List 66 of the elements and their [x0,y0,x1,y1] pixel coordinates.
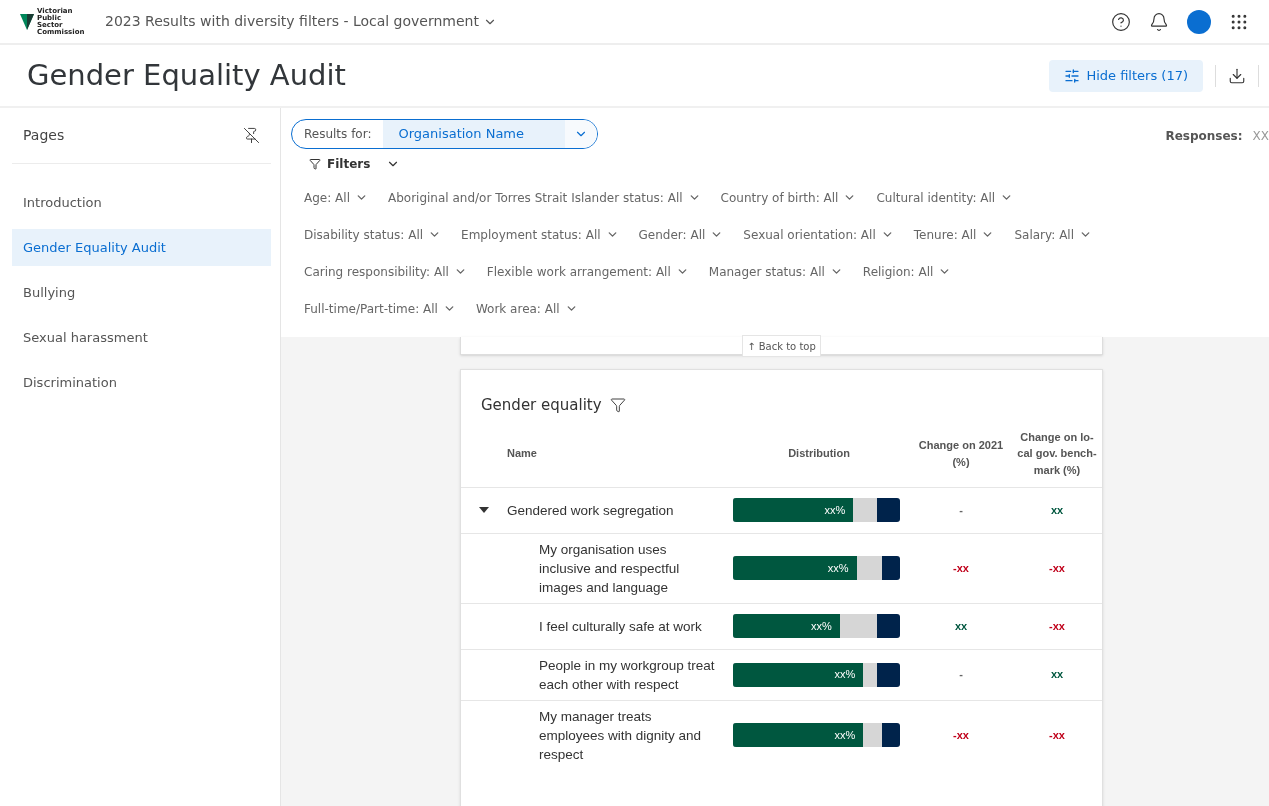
caret-icon[interactable] [479,507,489,513]
unpin-icon[interactable] [243,127,260,144]
filter-dropdown[interactable]: Work area: All [475,299,578,318]
download-icon[interactable] [1228,66,1246,85]
filter-icon[interactable] [609,397,626,414]
change-value: -xx [953,727,969,743]
filter-dropdown[interactable]: Age: All [304,188,368,207]
row-name: Gendered work segregation [507,501,675,520]
sliders-icon [1064,67,1081,84]
filter-dropdown[interactable]: Manager status: All [708,262,843,281]
change-value: xx [1050,667,1064,683]
filter-dropdown[interactable]: Country of birth: All [720,188,857,207]
bar-label: xx% [824,502,847,518]
sidebar-item[interactable]: Sexual harassment [12,319,271,356]
filter-icon [309,158,321,170]
change-value: - [959,502,963,518]
filters-toggle[interactable]: Filters [309,155,401,173]
row-name: I feel culturally safe at work [539,617,703,636]
filter-dropdown[interactable]: Employment status: All [461,225,619,244]
filter-dropdown[interactable]: Tenure: All [913,225,995,244]
change-value: -xx [953,560,969,576]
filter-dropdown[interactable]: Aboriginal and/or Torres Strait Islander status: All [388,188,701,207]
hide-filters-button[interactable]: Hide filters (17) [1049,59,1203,92]
column-header: Name [507,446,538,462]
responses-value: XX [1252,128,1269,145]
change-value: xx [954,618,968,634]
sidebar-item[interactable]: Discrimination [12,364,271,401]
change-value: -xx [1049,618,1065,634]
back-to-top-button[interactable]: ↑ Back to top [742,335,821,357]
row-name: People in my workgroup treat each other with respect [539,656,716,694]
organisation-value: Organisation Name [383,120,566,148]
logo-icon [20,13,34,30]
sidebar-item[interactable]: Introduction [12,184,271,221]
report-title-dropdown[interactable]: 2023 Results with diversity filters - Local government [105,11,497,32]
filter-dropdown[interactable]: Flexible work arrangement: All [486,262,689,281]
help-icon[interactable] [1111,11,1131,32]
sidebar-title: Pages [23,126,65,145]
row-name: My organisation uses inclusive and respectful images and language [539,540,681,597]
column-header: Distribution [787,446,851,462]
sidebar-item[interactable]: Gender Equality Audit [12,229,271,266]
page-title: Gender Equality Audit [27,56,346,94]
change-value: xx [1050,502,1064,518]
results-for-label: Results for: [303,126,373,143]
card-title: Gender equality [481,395,602,416]
filter-dropdown[interactable]: Full-time/Part-time: All [304,299,456,318]
bar-label: xx% [834,667,857,683]
filter-dropdown[interactable]: Religion: All [862,262,952,281]
bar-label: xx% [834,727,857,743]
filter-dropdown[interactable]: Salary: All [1014,225,1093,244]
responses-label: Responses: [1165,128,1243,145]
change-value: -xx [1049,727,1065,743]
filter-dropdown[interactable]: Disability status: All [304,225,442,244]
filter-dropdown[interactable]: Cultural identity: All [876,188,1014,207]
filter-dropdown[interactable]: Caring responsibility: All [304,262,467,281]
bar-label: xx% [827,560,850,576]
change-value: -xx [1049,560,1065,576]
column-header: Change on lo-cal gov. bench-mark (%) [1017,429,1097,478]
column-header: Change on 2021 (%) [917,438,1005,470]
avatar[interactable] [1187,9,1211,34]
sidebar-item[interactable]: Bullying [12,274,271,311]
filter-dropdown[interactable]: Gender: All [638,225,724,244]
row-name: My manager treats employees with dignity and respect [539,707,703,764]
bell-icon[interactable] [1149,11,1169,32]
change-value: - [959,667,963,683]
filter-dropdown[interactable]: Sexual orientation: All [743,225,894,244]
bar-label: xx% [811,618,833,634]
